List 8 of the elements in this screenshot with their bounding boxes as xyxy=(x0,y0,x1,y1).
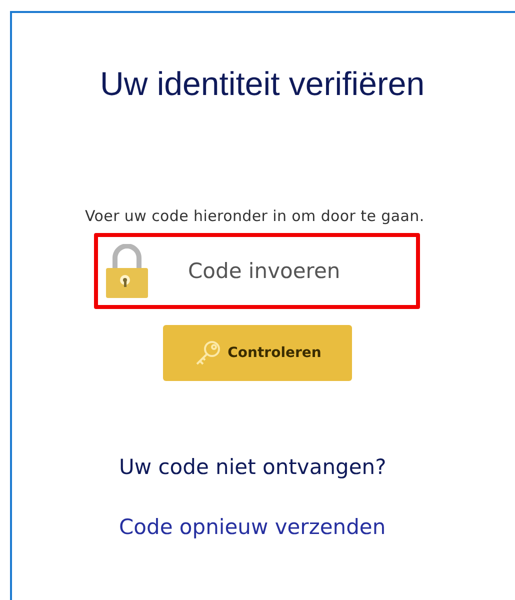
resend-link[interactable]: Code opnieuw verzenden xyxy=(119,515,386,539)
submit-button[interactable]: Controleren xyxy=(163,325,352,381)
code-input-field[interactable]: Code invoeren xyxy=(186,258,390,284)
key-icon xyxy=(194,339,222,367)
padlock-icon xyxy=(104,244,150,298)
page-title: Uw identiteit verifiëren xyxy=(100,65,425,103)
instruction-text: Voer uw code hieronder in om door te gaan. xyxy=(85,207,424,225)
resend-prompt: Uw code niet ontvangen? xyxy=(119,455,386,479)
